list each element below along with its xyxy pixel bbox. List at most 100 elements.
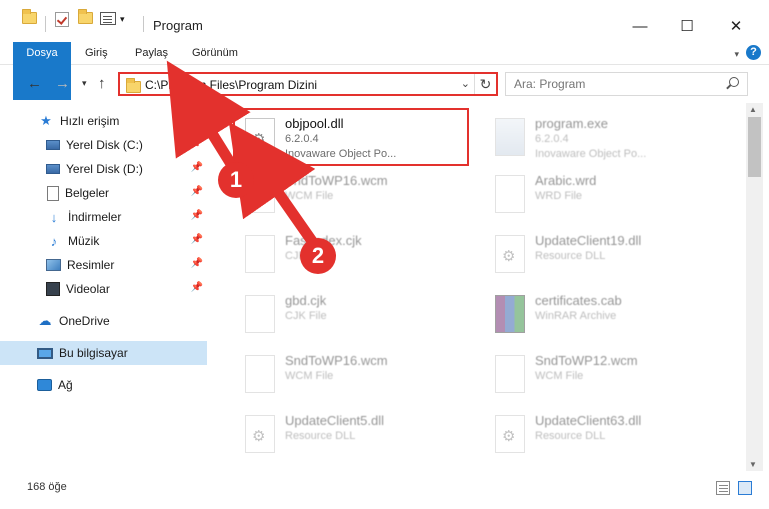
sidebar-item-documents[interactable]: Belgeler 📌 [0, 181, 207, 205]
search-icon[interactable] [729, 77, 739, 87]
file-item[interactable]: FastIndex.cjk CJK File [233, 225, 473, 283]
step-2-badge: 2 [300, 238, 336, 274]
up-arrow-icon[interactable]: ↑ [98, 75, 106, 92]
computer-icon [37, 347, 53, 359]
pin-icon[interactable]: 📌 [191, 138, 203, 149]
file-item[interactable]: gbd.cjk CJK File [233, 285, 473, 343]
window-title: Program [153, 18, 203, 33]
tab-share[interactable]: Paylaş [135, 42, 168, 65]
file-icon [495, 175, 525, 213]
pin-icon[interactable]: 📌 [191, 186, 203, 197]
search-box[interactable] [505, 72, 748, 96]
sidebar-item-music[interactable]: ♪ Müzik 📌 [0, 229, 207, 253]
file-name: UpdateClient5.dll [285, 413, 385, 428]
dll-file-icon [495, 235, 525, 273]
scroll-thumb[interactable] [748, 117, 761, 177]
scroll-up-arrow-icon[interactable]: ▲ [749, 105, 757, 114]
file-name: UpdateClient63.dll [535, 413, 642, 428]
file-item[interactable]: program.exe 6.2.0.4 Inovaware Object Po.… [483, 108, 723, 166]
file-item[interactable]: UpdateClient5.dll Resource DLL [233, 405, 473, 463]
file-item[interactable]: SndToWP12.wcm WCM File [483, 345, 723, 403]
selection-highlight [233, 108, 469, 166]
sidebar-item-label: Resimler [67, 258, 115, 272]
file-name: program.exe [535, 116, 608, 131]
tab-view[interactable]: Görünüm [192, 42, 238, 65]
address-path[interactable]: C:\Program Files\Program Dizini [145, 78, 317, 92]
refresh-icon[interactable]: ↻ [474, 74, 496, 94]
exe-file-icon [495, 118, 525, 156]
disk-icon [46, 140, 60, 150]
search-input[interactable] [514, 76, 714, 92]
sidebar-item-this-pc[interactable]: Bu bilgisayar [0, 341, 207, 365]
pin-icon[interactable]: 📌 [191, 258, 203, 269]
navigation-pane: ★ Hızlı erişim Yerel Disk (C:) 📌 Yerel D… [0, 103, 213, 471]
folder-icon [22, 9, 37, 24]
file-name: gbd.cjk [285, 293, 327, 308]
status-bar: 168 öğe [0, 471, 769, 509]
pin-icon[interactable]: 📌 [191, 210, 203, 221]
back-arrow-icon[interactable]: ← [27, 75, 42, 92]
pin-icon[interactable]: 📌 [191, 282, 203, 293]
expand-ribbon-chevron-icon[interactable]: ▾ [734, 49, 739, 60]
large-icons-view-icon[interactable] [738, 481, 752, 495]
close-button[interactable]: ✕ [713, 11, 759, 41]
dll-file-icon [245, 415, 275, 453]
maximize-icon: ☐ [680, 18, 694, 35]
address-dropdown-chevron-icon[interactable]: ⌄ [461, 77, 470, 90]
file-type: Resource DLL [535, 430, 606, 442]
forward-arrow-icon[interactable]: → [55, 75, 70, 92]
file-version: 6.2.0.4 [535, 133, 569, 145]
file-type: WCM File [285, 370, 334, 382]
vertical-scrollbar[interactable]: ▲ ▼ [746, 103, 763, 471]
scroll-down-arrow-icon[interactable]: ▼ [749, 460, 757, 469]
file-description: Inovaware Object Po... [535, 148, 647, 160]
properties-check-icon[interactable] [55, 12, 69, 27]
sidebar-item-label: Belgeler [65, 186, 110, 200]
file-item[interactable]: Arabic.wrd WRD File [483, 165, 723, 223]
file-list: objpool.dll 6.2.0.4 Inovaware Object Po.… [213, 103, 746, 471]
minimize-icon: — [632, 17, 648, 35]
customize-toolbar-chevron-icon[interactable]: ▾ [120, 14, 125, 25]
sidebar-item-pictures[interactable]: Resimler 📌 [0, 253, 207, 277]
pin-icon[interactable]: 📌 [191, 234, 203, 245]
sidebar-item-onedrive[interactable]: ☁ OneDrive [0, 309, 207, 333]
file-item[interactable]: UpdateClient63.dll Resource DLL [483, 405, 723, 463]
address-row: ← → ▾ ↑ C:\Program Files\Program Dizini … [0, 65, 769, 103]
file-icon [495, 355, 525, 393]
address-bar[interactable]: C:\Program Files\Program Dizini ⌄ ↻ [118, 72, 498, 96]
file-item[interactable]: certificates.cab WinRAR Archive [483, 285, 723, 343]
sidebar-item-label: İndirmeler [68, 210, 122, 224]
file-type: CJK File [285, 310, 327, 322]
tab-home[interactable]: Giriş [85, 42, 108, 65]
folder-icon [126, 78, 141, 93]
file-name: SndToWP16.wcm [285, 173, 388, 188]
sidebar-item-local-disk-d[interactable]: Yerel Disk (D:) 📌 [0, 157, 207, 181]
dll-file-icon [495, 415, 525, 453]
properties-icon[interactable] [100, 12, 116, 25]
file-type: WinRAR Archive [535, 310, 617, 322]
sidebar-item-network[interactable]: Ağ [0, 373, 207, 397]
sidebar-item-videos[interactable]: Videolar 📌 [0, 277, 207, 301]
sidebar-item-downloads[interactable]: ↓ İndirmeler 📌 [0, 205, 207, 229]
file-icon [245, 355, 275, 393]
details-view-icon[interactable] [716, 481, 730, 495]
sidebar-item-quick-access[interactable]: ★ Hızlı erişim [0, 109, 207, 133]
file-name: SndToWP12.wcm [535, 353, 638, 368]
download-icon: ↓ [50, 209, 58, 225]
file-icon [245, 235, 275, 273]
file-item[interactable]: SndToWP16.wcm WCM File [233, 165, 473, 223]
pin-icon[interactable]: 📌 [191, 162, 203, 173]
help-icon[interactable]: ? [746, 45, 761, 60]
sidebar-item-label: Ağ [58, 378, 73, 392]
close-icon: ✕ [729, 18, 743, 35]
file-item[interactable]: SndToWP16.wcm WCM File [233, 345, 473, 403]
sidebar-item-label: Yerel Disk (C:) [66, 138, 143, 152]
file-name: certificates.cab [535, 293, 622, 308]
file-item[interactable]: UpdateClient19.dll Resource DLL [483, 225, 723, 283]
new-folder-icon[interactable] [78, 9, 93, 24]
minimize-button[interactable]: — [617, 11, 663, 41]
sidebar-item-label: Yerel Disk (D:) [66, 162, 143, 176]
maximize-button[interactable]: ☐ [664, 11, 710, 41]
recent-locations-chevron-icon[interactable]: ▾ [82, 78, 87, 89]
sidebar-item-local-disk-c[interactable]: Yerel Disk (C:) 📌 [0, 133, 207, 157]
